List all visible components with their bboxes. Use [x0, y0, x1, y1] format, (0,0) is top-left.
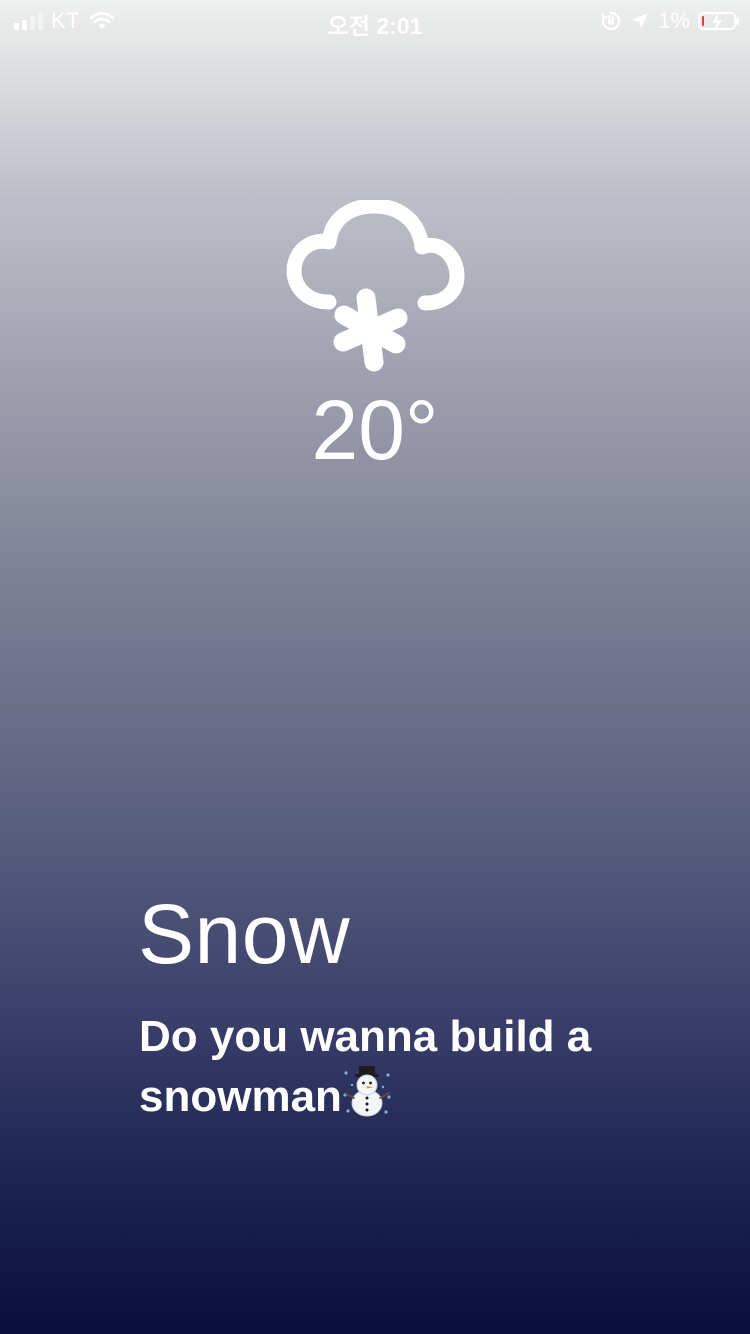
condition-title: Snow [138, 887, 351, 981]
battery-percent: 1% [658, 8, 690, 33]
snowman-icon [343, 1066, 391, 1117]
battery-charging-icon [698, 12, 739, 31]
status-right: 1% [600, 8, 739, 34]
battery-level [702, 16, 704, 26]
charging-bolt-icon [712, 13, 722, 31]
temperature: 20° [311, 383, 439, 477]
weather-screen: KT 오전 2:01 1% 20° Snow Do you wanna buil… [0, 0, 750, 1334]
orientation-lock-icon [601, 11, 621, 31]
location-arrow-icon [632, 13, 649, 29]
cloud-snow-icon [286, 200, 465, 372]
status-bar: KT 오전 2:01 1% [0, 0, 750, 40]
weather-message: Do you wanna build a snowman [139, 1008, 639, 1125]
